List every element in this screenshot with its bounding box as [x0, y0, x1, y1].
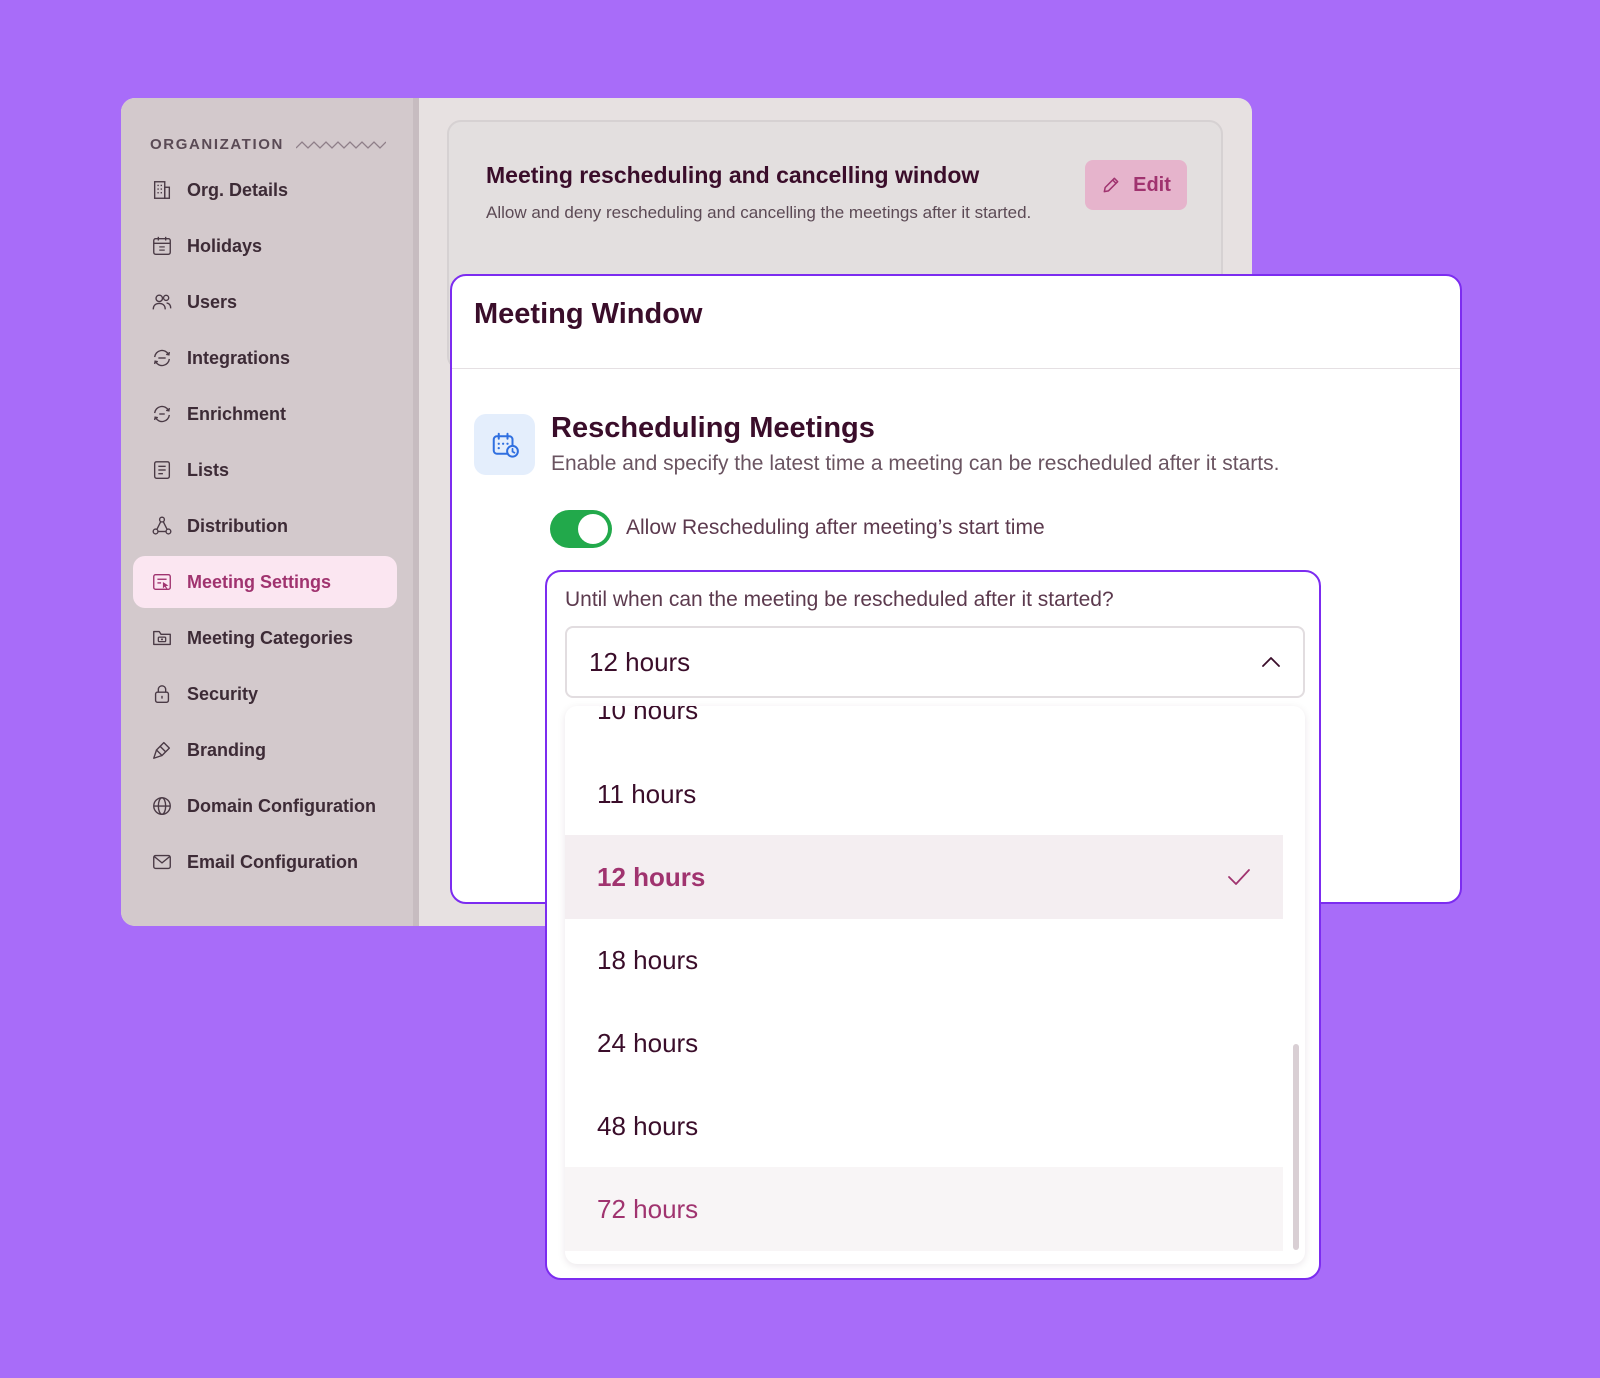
sidebar-item-meeting-settings[interactable]: Meeting Settings — [133, 556, 397, 608]
users-icon — [151, 291, 173, 313]
reschedule-limit-panel: Until when can the meeting be reschedule… — [545, 570, 1321, 1280]
sidebar-item-org-details[interactable]: Org. Details — [133, 164, 397, 216]
settings-card-title: Meeting rescheduling and cancelling wind… — [486, 162, 980, 188]
squiggle-decoration — [295, 140, 386, 149]
chevron-up-icon — [1262, 657, 1280, 667]
option-11-hours[interactable]: 11 hours — [565, 752, 1283, 836]
calendar-clock-icon — [492, 432, 519, 458]
sidebar-item-label: Users — [187, 291, 238, 312]
sidebar-item-lists[interactable]: Lists — [133, 444, 397, 496]
sidebar-item-security[interactable]: Security — [133, 668, 397, 720]
option-10-hours[interactable]: 10 hours — [565, 706, 1283, 752]
sidebar-item-label: Meeting Categories — [187, 627, 354, 648]
select-value: 12 hours — [589, 646, 691, 677]
scrollbar-thumb[interactable] — [1293, 1044, 1299, 1250]
sidebar-item-label: Org. Details — [187, 179, 289, 200]
option-12-hours[interactable]: 12 hours — [565, 835, 1283, 919]
sidebar-item-users[interactable]: Users — [133, 276, 397, 328]
calendar-icon — [151, 235, 173, 257]
calendar-badge — [474, 414, 535, 475]
sidebar-nav: Org. Details Holidays Users Integrations Enr… — [133, 164, 397, 892]
distribution-icon — [151, 515, 173, 537]
option-18-hours[interactable]: 18 hours — [565, 918, 1283, 1002]
pencil-icon — [1103, 177, 1119, 193]
section-description: Enable and specify the latest time a mee… — [551, 452, 1280, 475]
sidebar-item-label: Holidays — [187, 235, 263, 256]
sidebar-divider — [413, 98, 419, 926]
allow-rescheduling-toggle[interactable] — [550, 510, 612, 548]
sidebar-item-label: Distribution — [187, 515, 288, 536]
lock-icon — [151, 683, 173, 705]
toggle-knob — [578, 514, 608, 544]
option-label: 24 hours — [597, 1027, 699, 1058]
option-label: 72 hours — [597, 1193, 699, 1224]
brush-icon — [151, 739, 173, 761]
option-label: 18 hours — [597, 944, 699, 975]
sidebar-item-domain-configuration[interactable]: Domain Configuration — [133, 780, 397, 832]
settings-card-description: Allow and deny rescheduling and cancelli… — [486, 203, 1032, 222]
sidebar-item-label: Domain Configuration — [187, 795, 376, 816]
checkmark-icon — [1227, 862, 1251, 893]
enrichment-icon — [151, 403, 173, 425]
sidebar-item-distribution[interactable]: Distribution — [133, 500, 397, 552]
sidebar-item-label: Security — [187, 683, 259, 704]
modal-divider — [452, 368, 1460, 369]
option-24-hours[interactable]: 24 hours — [565, 1001, 1283, 1085]
toggle-label: Allow Rescheduling after meeting’s start… — [626, 516, 1045, 539]
sidebar-heading: ORGANIZATION — [150, 136, 386, 153]
sidebar: ORGANIZATION Org. Details Holidays Users In… — [121, 98, 417, 926]
option-label: 11 hours — [597, 778, 697, 809]
folder-icon — [151, 627, 173, 649]
option-72-hours[interactable]: 72 hours — [565, 1167, 1283, 1251]
integrations-icon — [151, 347, 173, 369]
option-label: 48 hours — [597, 1110, 699, 1141]
sidebar-item-label: Enrichment — [187, 403, 287, 424]
list-icon — [151, 459, 173, 481]
sidebar-item-integrations[interactable]: Integrations — [133, 332, 397, 384]
modal-title: Meeting Window — [474, 298, 703, 330]
building-icon — [151, 179, 173, 201]
globe-icon — [151, 795, 173, 817]
meeting-settings-icon — [151, 571, 173, 593]
sidebar-item-label: Integrations — [187, 347, 291, 368]
section-title: Rescheduling Meetings — [551, 412, 875, 444]
edit-button-label: Edit — [1133, 173, 1171, 196]
option-label: 10 hours — [597, 706, 699, 725]
sidebar-item-label: Lists — [187, 459, 230, 480]
sidebar-item-meeting-categories[interactable]: Meeting Categories — [133, 612, 397, 664]
scrollbar-track[interactable] — [1293, 718, 1299, 1252]
sidebar-item-label: Meeting Settings — [187, 571, 332, 592]
options-list[interactable]: 72 hours 48 hours 24 hours 18 hours 12 hours… — [565, 706, 1305, 1264]
dropdown-question: Until when can the meeting be reschedule… — [565, 588, 1114, 611]
sidebar-item-holidays[interactable]: Holidays — [133, 220, 397, 272]
reschedule-limit-select[interactable]: 12 hours — [565, 626, 1305, 698]
option-48-hours[interactable]: 48 hours — [565, 1084, 1283, 1168]
sidebar-item-enrichment[interactable]: Enrichment — [133, 388, 397, 440]
option-label: 12 hours — [597, 861, 706, 892]
sidebar-item-email-configuration[interactable]: Email Configuration — [133, 836, 397, 888]
sidebar-item-label: Branding — [187, 739, 266, 760]
sidebar-item-branding[interactable]: Branding — [133, 724, 397, 776]
edit-button[interactable]: Edit — [1085, 160, 1187, 210]
mail-icon — [151, 851, 173, 873]
sidebar-item-label: Email Configuration — [187, 851, 358, 872]
